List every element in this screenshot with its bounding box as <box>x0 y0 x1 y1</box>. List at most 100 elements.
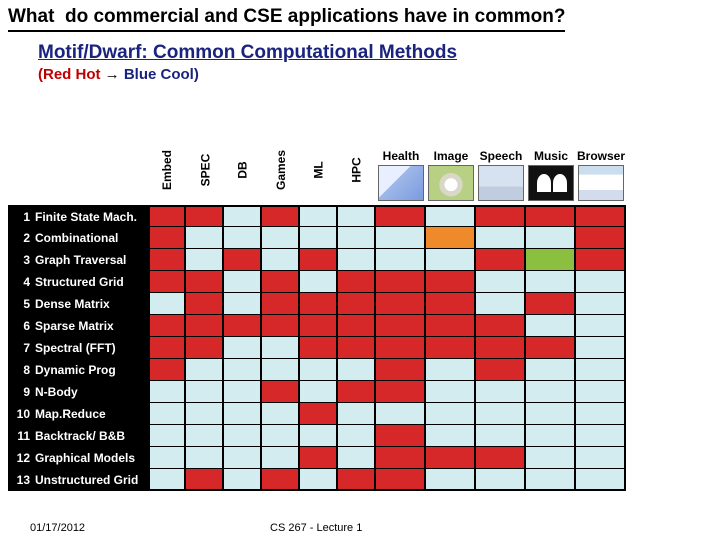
heatmap-cell <box>186 315 224 337</box>
heatmap-cell <box>186 337 224 359</box>
heatmap-cell <box>376 337 426 359</box>
heatmap-cell <box>148 271 186 293</box>
heatmap-cell <box>300 205 338 227</box>
heatmap-cell <box>148 381 186 403</box>
col-health: Health <box>376 120 426 205</box>
heatmap-cell <box>262 249 300 271</box>
heatmap-cell <box>376 293 426 315</box>
heatmap-cell <box>476 403 526 425</box>
heatmap-cell <box>576 381 626 403</box>
heatmap-cell <box>576 359 626 381</box>
col-music: Music <box>526 120 576 205</box>
footer-date: 01/17/2012 <box>30 522 270 534</box>
heatmap-cell <box>476 249 526 271</box>
heatmap-cell <box>426 469 476 491</box>
slide-subtitle: Motif/Dwarf: Common Computational Method… <box>38 42 712 64</box>
heatmap-cell <box>186 381 224 403</box>
heatmap-cell <box>526 293 576 315</box>
heatmap-cell <box>376 205 426 227</box>
heatmap-cell <box>476 315 526 337</box>
row-label: 10Map.Reduce <box>8 403 148 425</box>
browser-icon <box>578 165 624 201</box>
heatmap-cell <box>262 381 300 403</box>
heatmap-grid: 1Finite State Mach.2Combinational3Graph … <box>8 205 712 491</box>
heatmap-cell <box>148 359 186 381</box>
col-spec: SPEC <box>186 120 224 205</box>
heatmap-cell <box>224 315 262 337</box>
row-label: 5Dense Matrix <box>8 293 148 315</box>
heatmap-cell <box>376 425 426 447</box>
heatmap-row: 12Graphical Models <box>8 447 712 469</box>
heatmap-cell <box>376 403 426 425</box>
heatmap-cell <box>186 227 224 249</box>
heatmap-cell <box>338 293 376 315</box>
heatmap-cell <box>186 469 224 491</box>
heatmap-cell <box>576 469 626 491</box>
heatmap-chart: Embed SPEC DB Games ML HPC Health Image … <box>8 120 712 491</box>
heatmap-cell <box>526 447 576 469</box>
heatmap-cell <box>300 359 338 381</box>
row-label: 11Backtrack/ B&B <box>8 425 148 447</box>
heatmap-cell <box>300 403 338 425</box>
heatmap-row: 6Sparse Matrix <box>8 315 712 337</box>
row-label: 8Dynamic Prog <box>8 359 148 381</box>
heatmap-cell <box>224 293 262 315</box>
heatmap-cell <box>186 271 224 293</box>
heatmap-row: 8Dynamic Prog <box>8 359 712 381</box>
heatmap-cell <box>148 227 186 249</box>
heatmap-cell <box>186 249 224 271</box>
heatmap-cell <box>262 205 300 227</box>
heatmap-cell <box>300 315 338 337</box>
heatmap-cell <box>376 249 426 271</box>
heatmap-cell <box>262 447 300 469</box>
heat-legend: (Red Hot → Blue Cool) <box>38 66 712 83</box>
col-image: Image <box>426 120 476 205</box>
row-label: 6Sparse Matrix <box>8 315 148 337</box>
heatmap-cell <box>338 205 376 227</box>
image-icon <box>428 165 474 201</box>
heatmap-cell <box>426 205 476 227</box>
heatmap-cell <box>300 227 338 249</box>
heatmap-cell <box>376 359 426 381</box>
heatmap-cell <box>576 227 626 249</box>
heatmap-cell <box>476 469 526 491</box>
heatmap-cell <box>338 425 376 447</box>
heatmap-cell <box>526 205 576 227</box>
heatmap-cell <box>426 447 476 469</box>
heatmap-cell <box>338 227 376 249</box>
heatmap-cell <box>338 469 376 491</box>
heatmap-cell <box>262 227 300 249</box>
heatmap-cell <box>476 447 526 469</box>
heatmap-cell <box>576 293 626 315</box>
col-embed: Embed <box>148 120 186 205</box>
heatmap-cell <box>476 425 526 447</box>
heatmap-cell <box>148 403 186 425</box>
heatmap-cell <box>426 425 476 447</box>
heatmap-cell <box>148 315 186 337</box>
legend-hot: (Red Hot <box>38 66 101 83</box>
heatmap-cell <box>148 469 186 491</box>
speech-icon <box>478 165 524 201</box>
heatmap-cell <box>476 337 526 359</box>
heatmap-cell <box>224 271 262 293</box>
heatmap-cell <box>426 249 476 271</box>
heatmap-cell <box>338 337 376 359</box>
col-db: DB <box>224 120 262 205</box>
heatmap-cell <box>224 359 262 381</box>
heatmap-cell <box>426 337 476 359</box>
heatmap-cell <box>224 381 262 403</box>
heatmap-cell <box>224 403 262 425</box>
heatmap-cell <box>476 359 526 381</box>
heatmap-row: 4Structured Grid <box>8 271 712 293</box>
heatmap-cell <box>576 425 626 447</box>
heatmap-cell <box>300 381 338 403</box>
row-label: 1Finite State Mach. <box>8 205 148 227</box>
heatmap-row: 11Backtrack/ B&B <box>8 425 712 447</box>
music-icon <box>528 165 574 201</box>
heatmap-cell <box>576 249 626 271</box>
heatmap-cell <box>224 337 262 359</box>
heatmap-cell <box>148 205 186 227</box>
row-label: 2Combinational <box>8 227 148 249</box>
heatmap-cell <box>300 293 338 315</box>
heatmap-cell <box>526 249 576 271</box>
